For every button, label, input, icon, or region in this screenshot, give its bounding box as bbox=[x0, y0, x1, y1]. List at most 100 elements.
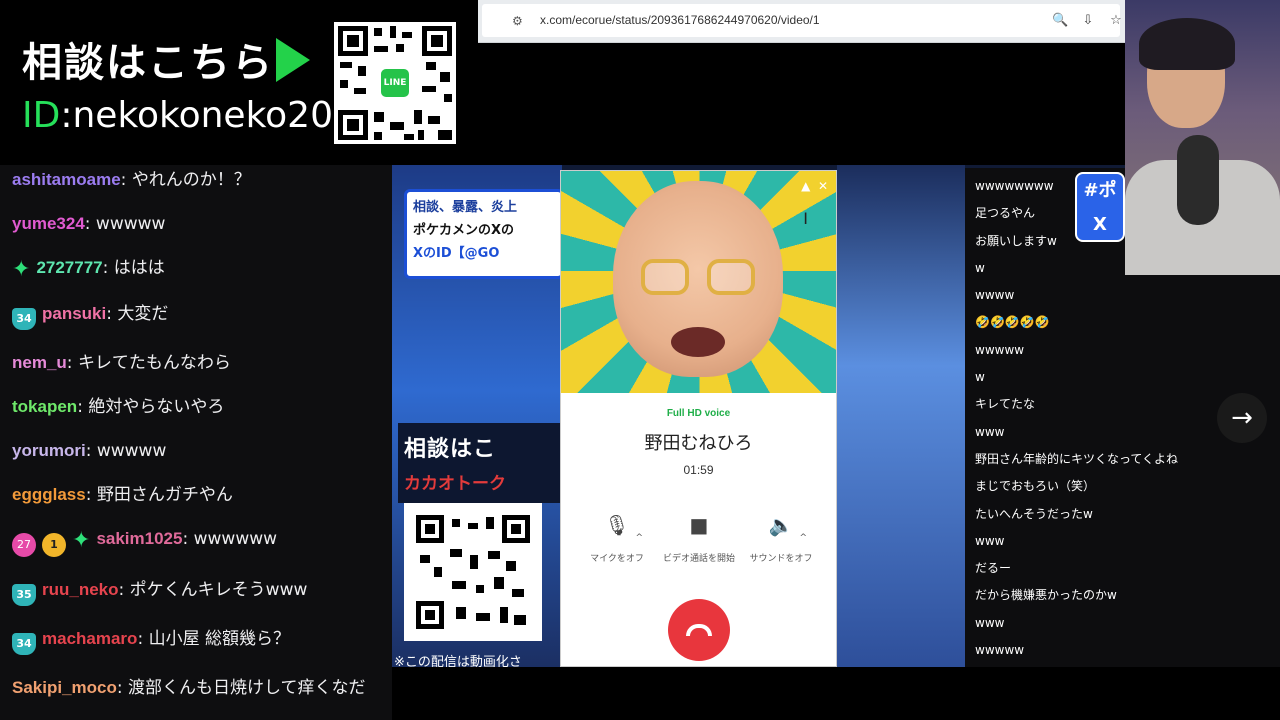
overlay-chat-line: wwwww bbox=[975, 342, 1025, 357]
chat-separator: : bbox=[118, 580, 130, 600]
caller-face bbox=[613, 181, 783, 377]
poster-line-3: XのID【@GO bbox=[413, 246, 500, 261]
chat-message: Sakipi_moco: 渡部くんも日焼けして痒くなだ bbox=[12, 677, 380, 699]
overlay-chat-line: wwwww bbox=[975, 643, 1025, 658]
poster-note: ※この配信は動画化さ bbox=[394, 655, 522, 667]
banner-title: 相談はこちら bbox=[22, 40, 274, 86]
chat-message: yorumori: wwwww bbox=[12, 440, 380, 462]
chevron-up-icon[interactable]: ^ bbox=[635, 533, 643, 543]
chat-text: 大変だ bbox=[117, 304, 169, 324]
chat-username[interactable]: sakim1025 bbox=[96, 529, 182, 548]
speaker-icon: 🔈 bbox=[768, 513, 794, 537]
chat-username[interactable]: ruu_neko bbox=[42, 580, 119, 599]
chat-text: ポケくんキレそうwww bbox=[129, 580, 308, 600]
chat-username[interactable]: Sakipi_moco bbox=[12, 678, 117, 697]
stream-chat: ashitamoame: やれんのか！？ yume324: wwwww ✦ 27277… bbox=[0, 165, 392, 720]
chat-text: 渡部くんも日焼けして痒くなだ bbox=[128, 678, 366, 698]
overlay-logo: #ポ X bbox=[1075, 172, 1125, 242]
poster-consult-box: 相談はこ カカオトーク bbox=[398, 423, 562, 503]
chat-message: 35 ruu_neko: ポケくんキレそうwww bbox=[12, 579, 380, 606]
poster-consult-title: 相談はこ bbox=[404, 437, 497, 462]
chat-separator: : bbox=[116, 678, 129, 698]
line-logo-icon: LINE bbox=[378, 66, 412, 100]
shield-badge-icon[interactable]: 34 bbox=[12, 633, 36, 655]
overlay-chat-line: w bbox=[975, 370, 985, 385]
url-text[interactable]: x.com/ecorue/status/2093617686244970620/… bbox=[540, 13, 820, 27]
chat-username[interactable]: nem_u bbox=[12, 353, 67, 372]
poster-banner: 相談、暴露、炎上 ポケカメンのXの XのID【@GO bbox=[404, 189, 564, 279]
chat-message: ✦ 2727777: ははは bbox=[12, 257, 380, 281]
chat-separator: : bbox=[77, 397, 89, 417]
chevron-up-icon[interactable]: ^ bbox=[799, 533, 807, 543]
chat-username[interactable]: machamaro bbox=[42, 629, 137, 648]
shield-badge-icon[interactable]: 35 bbox=[12, 584, 36, 606]
coin-badge-icon[interactable]: 1 bbox=[42, 533, 66, 557]
mute-mic-button[interactable]: 🎙 ^ マイクをオフ bbox=[577, 511, 657, 565]
line-consult-banner: 相談はこちら ID:nekokoneko2018 LINE bbox=[0, 0, 478, 165]
mute-sound-button[interactable]: 🔈 ^ サウンドをオフ bbox=[741, 511, 821, 565]
chat-message: ashitamoame: やれんのか！？ bbox=[12, 169, 380, 191]
overlay-chat-line: www bbox=[975, 615, 1005, 630]
chat-text: 野田さんガチやん bbox=[96, 485, 233, 505]
chat-message: eggglass: 野田さんガチやん bbox=[12, 484, 380, 506]
chat-username[interactable]: yorumori bbox=[12, 441, 86, 460]
video-camera-icon: ■ bbox=[689, 513, 709, 537]
start-video-button[interactable]: ■ ビデオ通話を開始 bbox=[659, 511, 739, 565]
id-value: :nekokoneko2018 bbox=[60, 95, 379, 136]
chat-message: tokapen: 絶対やらないやろ bbox=[12, 396, 380, 418]
chat-text: 山小屋 総額幾ら？ bbox=[148, 629, 290, 649]
chat-separator: : bbox=[84, 214, 96, 234]
microphone-icon: 🎙 bbox=[604, 513, 630, 537]
chat-text: wwwww bbox=[96, 441, 167, 461]
next-arrow-button[interactable]: → bbox=[1217, 393, 1267, 443]
pin-icon[interactable]: ▲ bbox=[801, 179, 810, 193]
browser-address-bar: ⚙ x.com/ecorue/status/209361768624497062… bbox=[478, 0, 1125, 43]
poster-kakao-label: カカオトーク bbox=[404, 474, 506, 494]
chat-username[interactable]: 2727777 bbox=[36, 258, 102, 277]
banner-line-id: ID:nekokoneko2018 bbox=[22, 95, 379, 136]
chat-username[interactable]: ashitamoame bbox=[12, 170, 121, 189]
chat-text: wwwww bbox=[95, 214, 166, 234]
overlay-chat-line: wwww bbox=[975, 288, 1015, 303]
chat-message: 27 1 ✦ sakim1025: wwwwww bbox=[12, 528, 380, 557]
zoom-icon[interactable]: 🔍 bbox=[1052, 13, 1068, 29]
url-field[interactable]: ⚙ x.com/ecorue/status/209361768624497062… bbox=[482, 4, 1122, 37]
chat-message: 34 machamaro: 山小屋 総額幾ら？ bbox=[12, 628, 380, 655]
caller-photo bbox=[561, 171, 836, 393]
hang-up-button[interactable] bbox=[668, 599, 730, 661]
site-settings-icon[interactable]: ⚙ bbox=[512, 14, 526, 28]
overlay-chat-line: だるー bbox=[975, 561, 1012, 576]
voice-call-window: ▲ ✕ I Full HD voice 野田むねひろ 01:59 🎙 ^ マイク… bbox=[560, 170, 837, 667]
star-badge-icon[interactable]: ✦ bbox=[12, 259, 30, 281]
chat-username[interactable]: eggglass bbox=[12, 485, 86, 504]
character-art bbox=[837, 165, 965, 667]
install-icon[interactable]: ⇩ bbox=[1080, 13, 1096, 29]
overlay-chat-line: まじでおもろい（笑） bbox=[975, 479, 1096, 494]
chat-separator: : bbox=[137, 629, 149, 649]
window-controls[interactable]: ▲ ✕ bbox=[801, 179, 828, 193]
shield-badge-icon[interactable]: 34 bbox=[12, 308, 36, 330]
chat-message: nem_u: キレてたもんなわら bbox=[12, 352, 380, 374]
caller-mouth bbox=[671, 327, 725, 357]
kakao-qr-code bbox=[404, 503, 542, 641]
poster-line-2: ポケカメンのXの bbox=[413, 223, 515, 238]
call-duration: 01:59 bbox=[683, 463, 714, 477]
streamer-hair bbox=[1139, 18, 1235, 70]
overlay-chat-line: 🤣🤣🤣🤣🤣 bbox=[975, 315, 1050, 330]
chat-text: 絶対やらないやろ bbox=[88, 397, 225, 417]
overlay-chat-line: たいへんそうだったw bbox=[975, 506, 1093, 521]
chat-separator: : bbox=[102, 258, 114, 278]
chat-username[interactable]: tokapen bbox=[12, 397, 77, 416]
star-badge-icon[interactable]: ✦ bbox=[72, 530, 90, 552]
call-quality-label: Full HD voice bbox=[666, 408, 731, 419]
chat-message: 34 pansuki: 大変だ bbox=[12, 303, 380, 330]
chat-username[interactable]: pansuki bbox=[42, 304, 106, 323]
overlay-chat-line: www bbox=[975, 533, 1005, 548]
bookmark-star-icon[interactable]: ☆ bbox=[1108, 13, 1124, 29]
phone-hangup-icon bbox=[686, 624, 712, 636]
drop-badge-icon[interactable]: 27 bbox=[12, 533, 36, 557]
overlay-chat-line: 野田さん年齢的にキツくなってくよね bbox=[975, 451, 1179, 466]
line-qr-code: LINE bbox=[334, 22, 456, 144]
chat-username[interactable]: yume324 bbox=[12, 214, 85, 233]
close-icon[interactable]: ✕ bbox=[818, 179, 828, 193]
